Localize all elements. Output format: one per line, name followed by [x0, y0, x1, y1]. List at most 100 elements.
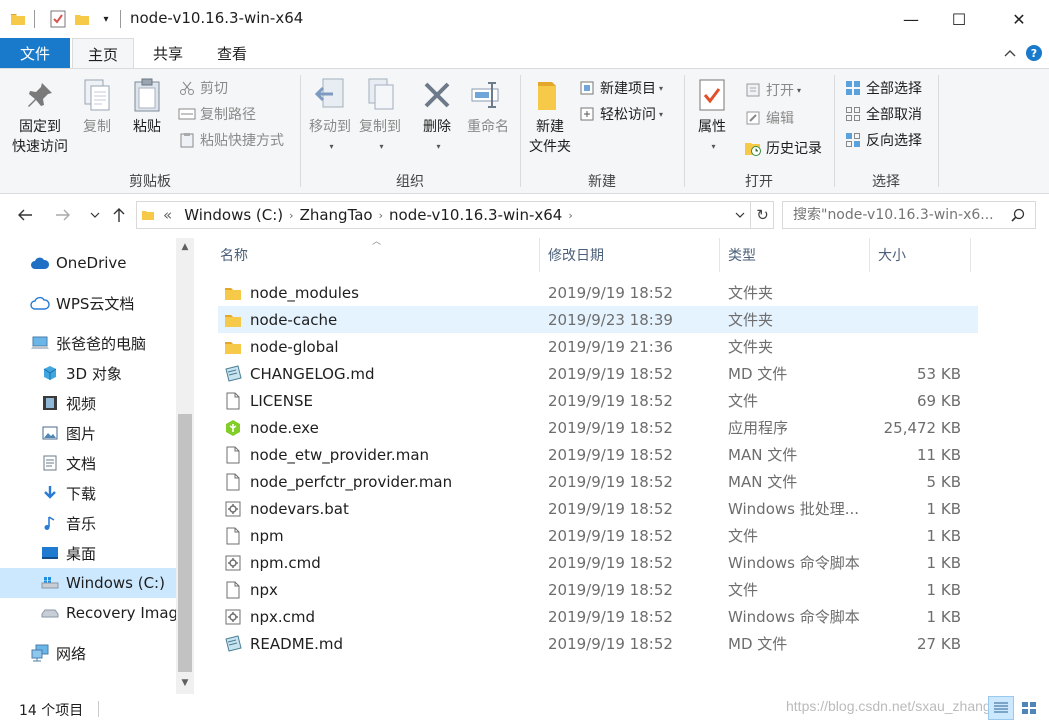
breadcrumb-chevron-icon[interactable]: ›: [568, 209, 572, 222]
new-folder-button[interactable]: 新建 文件夹: [524, 75, 576, 157]
table-row[interactable]: CHANGELOG.md 2019/9/19 18:52 MD 文件 53 KB: [218, 360, 978, 387]
select-all-button[interactable]: 全部选择: [844, 77, 922, 99]
properties-button[interactable]: 属性 ▾: [690, 75, 734, 157]
breadcrumb-folder-user[interactable]: ZhangTao: [300, 206, 373, 224]
cut-button[interactable]: 剪切: [178, 77, 228, 99]
scroll-up-icon[interactable]: ▲: [176, 238, 194, 256]
breadcrumb-drive[interactable]: Windows (C:): [184, 206, 283, 224]
history-button[interactable]: 历史记录: [744, 137, 822, 159]
refresh-icon[interactable]: ↻: [750, 201, 774, 229]
scissors-icon: [178, 79, 196, 97]
breadcrumb-chevron-icon[interactable]: ›: [289, 209, 293, 222]
recent-locations-chevron-icon[interactable]: [82, 202, 108, 228]
nav-item-downloads[interactable]: 下载: [0, 478, 176, 508]
copy-button[interactable]: 复制: [76, 75, 118, 137]
nav-pane-scrollbar[interactable]: ▲ ▼: [176, 238, 194, 694]
large-icons-view-button[interactable]: [1016, 696, 1042, 720]
nav-item-pictures[interactable]: 图片: [0, 418, 176, 448]
rename-button[interactable]: 重命名: [462, 75, 514, 137]
breadcrumb-chevron-icon[interactable]: ›: [379, 209, 383, 222]
table-row[interactable]: README.md 2019/9/19 18:52 MD 文件 27 KB: [218, 630, 978, 657]
nav-item-3d-objects[interactable]: 3D 对象: [0, 358, 176, 388]
up-arrow-icon[interactable]: [106, 202, 132, 228]
nav-item-wps-cloud[interactable]: WPS云文档: [0, 288, 176, 318]
column-header-type[interactable]: 类型: [720, 238, 870, 272]
new-folder-quick-icon[interactable]: [72, 8, 92, 30]
new-item-label: 新建项目: [600, 81, 656, 97]
help-icon[interactable]: ?: [1024, 43, 1044, 63]
table-row[interactable]: npx 2019/9/19 18:52 文件 1 KB: [218, 576, 978, 603]
nav-item-documents[interactable]: 文档: [0, 448, 176, 478]
nav-item-recovery-drive[interactable]: Recovery Imag: [0, 598, 176, 628]
nav-item-label: 文档: [66, 454, 97, 473]
search-icon[interactable]: [1008, 205, 1028, 225]
tab-view[interactable]: 查看: [200, 38, 264, 68]
table-row[interactable]: node-cache 2019/9/23 18:39 文件夹: [218, 306, 978, 333]
delete-button[interactable]: 删除 ▾: [416, 75, 458, 157]
tab-home[interactable]: 主页: [72, 38, 134, 69]
minimize-button[interactable]: —: [888, 0, 934, 38]
file-date: 2019/9/19 21:36: [548, 337, 673, 356]
nav-item-label: WPS云文档: [56, 294, 135, 313]
nav-item-desktop[interactable]: 桌面: [0, 538, 176, 568]
table-row[interactable]: nodevars.bat 2019/9/19 18:52 Windows 批处理..…: [218, 495, 978, 522]
table-row[interactable]: npm 2019/9/19 18:52 文件 1 KB: [218, 522, 978, 549]
close-button[interactable]: ✕: [996, 0, 1042, 38]
column-header-date[interactable]: 修改日期: [540, 238, 720, 272]
copy-path-button[interactable]: 复制路径: [178, 103, 256, 125]
nav-item-network[interactable]: 网络: [0, 638, 176, 668]
new-item-button[interactable]: 新建项目 ▾: [578, 77, 663, 99]
column-header-name[interactable]: 名称: [212, 238, 540, 272]
back-arrow-icon[interactable]: [12, 202, 38, 228]
nav-item-windows-drive[interactable]: Windows (C:): [0, 568, 176, 598]
tab-share[interactable]: 共享: [136, 38, 200, 68]
table-row[interactable]: node_modules 2019/9/19 18:52 文件夹: [218, 279, 978, 306]
paste-button[interactable]: 粘贴: [124, 75, 170, 137]
folder-icon: [8, 8, 28, 30]
nav-item-this-pc[interactable]: 张爸爸的电脑: [0, 328, 176, 358]
table-row[interactable]: node-global 2019/9/19 21:36 文件夹: [218, 333, 978, 360]
nav-item-music[interactable]: 音乐: [0, 508, 176, 538]
pin-to-quick-access-button[interactable]: 固定到 快速访问: [8, 75, 72, 157]
column-header-size[interactable]: 大小: [870, 238, 971, 272]
customize-quick-access-icon[interactable]: ▾: [96, 8, 116, 30]
breadcrumb-overflow[interactable]: «: [163, 206, 172, 224]
md-file-icon: [224, 364, 242, 383]
forward-arrow-icon[interactable]: [50, 202, 76, 228]
table-row[interactable]: npx.cmd 2019/9/19 18:52 Windows 命令脚本 1 KB: [218, 603, 978, 630]
details-view-button[interactable]: [988, 696, 1014, 720]
tab-file[interactable]: 文件: [0, 38, 70, 68]
scroll-down-icon[interactable]: ▼: [176, 674, 194, 692]
invert-selection-button[interactable]: 反向选择: [844, 129, 922, 151]
address-history-chevron-icon[interactable]: [730, 201, 750, 229]
maximize-button[interactable]: ☐: [936, 0, 982, 38]
nav-item-videos[interactable]: 视频: [0, 388, 176, 418]
breadcrumb-folder-current[interactable]: node-v10.16.3-win-x64: [389, 206, 562, 224]
easy-access-button[interactable]: 轻松访问 ▾: [578, 103, 663, 125]
copy-to-button[interactable]: 复制到 ▾: [354, 75, 406, 157]
move-to-button[interactable]: 移动到 ▾: [304, 75, 356, 157]
copy-path-icon: [178, 105, 196, 123]
new-group-label: 新建: [588, 174, 616, 190]
open-button[interactable]: 打开 ▾: [744, 79, 801, 101]
table-row[interactable]: node.exe 2019/9/19 18:52 应用程序 25,472 KB: [218, 414, 978, 441]
scroll-thumb[interactable]: [178, 414, 192, 672]
properties-quick-icon[interactable]: [48, 8, 68, 30]
paste-shortcut-button[interactable]: 粘贴快捷方式: [178, 129, 284, 151]
file-name-cell: CHANGELOG.md: [224, 360, 542, 387]
table-row[interactable]: npm.cmd 2019/9/19 18:52 Windows 命令脚本 1 KB: [218, 549, 978, 576]
nav-item-onedrive[interactable]: OneDrive: [0, 248, 176, 278]
table-row[interactable]: LICENSE 2019/9/19 18:52 文件 69 KB: [218, 387, 978, 414]
cloud-outline-icon: [30, 294, 50, 312]
edit-button[interactable]: 编辑: [744, 107, 794, 129]
nav-item-label: Windows (C:): [66, 574, 165, 592]
table-row[interactable]: node_perfctr_provider.man 2019/9/19 18:52…: [218, 468, 978, 495]
collapse-ribbon-icon[interactable]: [1000, 43, 1020, 63]
search-input[interactable]: [782, 201, 1036, 229]
file-date: 2019/9/19 18:52: [548, 445, 673, 464]
item-count: 14 个项目: [19, 703, 84, 719]
select-none-button[interactable]: 全部取消: [844, 103, 922, 125]
table-row[interactable]: node_etw_provider.man 2019/9/19 18:52 MAN …: [218, 441, 978, 468]
drive-icon: [40, 604, 60, 622]
address-bar[interactable]: « Windows (C:) › ZhangTao › node-v10.16.…: [136, 201, 774, 229]
